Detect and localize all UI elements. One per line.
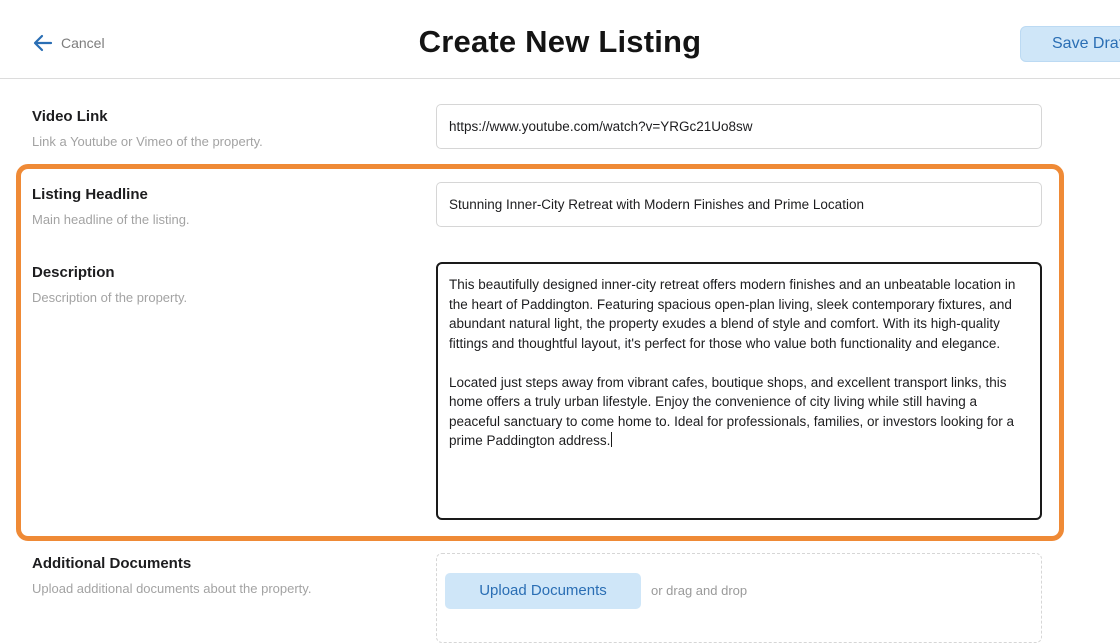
drag-drop-hint: or drag and drop [651, 583, 748, 598]
description-paragraph-2: Located just steps away from vibrant caf… [449, 373, 1029, 451]
documents-help: Upload additional documents about the pr… [32, 581, 312, 596]
description-label: Description [32, 264, 115, 281]
page-title: Create New Listing [418, 24, 702, 59]
video-link-help: Link a Youtube or Vimeo of the property. [32, 134, 263, 149]
upload-documents-button[interactable]: Upload Documents [445, 573, 641, 609]
top-bar: Cancel Create New Listing Save Draft [0, 0, 1120, 79]
description-textarea[interactable]: This beautifully designed inner-city ret… [436, 262, 1042, 520]
text-caret [611, 432, 613, 447]
headline-input[interactable]: Stunning Inner-City Retreat with Modern … [436, 182, 1042, 227]
documents-label: Additional Documents [32, 555, 192, 572]
headline-label: Listing Headline [32, 186, 148, 203]
description-paragraph-1: This beautifully designed inner-city ret… [449, 277, 1016, 351]
description-help: Description of the property. [32, 290, 188, 305]
video-link-label: Video Link [32, 108, 108, 125]
description-paragraph-2-text: Located just steps away from vibrant caf… [449, 374, 1015, 449]
save-draft-button[interactable]: Save Draft [1020, 26, 1120, 62]
video-link-input[interactable]: https://www.youtube.com/watch?v=YRGc21Uo… [436, 104, 1042, 149]
headline-help: Main headline of the listing. [32, 212, 190, 227]
